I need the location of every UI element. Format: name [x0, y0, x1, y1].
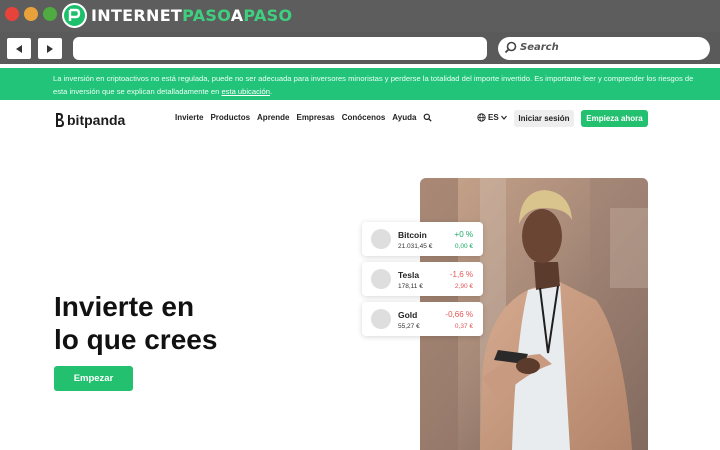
browser-search-input[interactable]: Search: [498, 37, 710, 60]
nav-item-conocenos[interactable]: Conócenos: [342, 113, 386, 122]
nav-item-ayuda[interactable]: Ayuda: [392, 113, 416, 122]
asset-avatar: [371, 269, 391, 289]
asset-card-gold[interactable]: Gold 55,27 € -0,66 % 0,37 €: [362, 302, 483, 336]
back-button[interactable]: [7, 38, 31, 59]
bitpanda-logo-icon: [56, 113, 64, 127]
nav-item-invierte[interactable]: Invierte: [175, 113, 203, 122]
globe-icon: [477, 113, 486, 122]
search-icon: [504, 41, 517, 54]
browser-brand-text: INTERNETPASOAPASO: [91, 6, 292, 25]
language-selector[interactable]: ES: [477, 113, 507, 122]
asset-name: Bitcoin: [398, 230, 427, 240]
minimize-window-button[interactable]: [24, 7, 38, 21]
asset-change: -1,6 %: [449, 270, 473, 279]
asset-change: -0,66 %: [445, 310, 473, 319]
asset-price: 21.031,45 €: [398, 243, 433, 250]
asset-avatar: [371, 309, 391, 329]
risk-warning-text: La inversión en criptoactivos no está re…: [53, 72, 708, 98]
asset-delta: 2,90 €: [454, 283, 473, 290]
asset-card-tesla[interactable]: Tesla 178,11 € -1,6 % 2,90 €: [362, 262, 483, 296]
back-arrow-icon: [16, 44, 22, 53]
asset-delta: 0,37 €: [454, 323, 473, 330]
bitpanda-logo-text: bitpanda: [67, 112, 126, 128]
chevron-down-icon: [500, 115, 507, 120]
search-icon[interactable]: [423, 113, 433, 122]
nav-item-productos[interactable]: Productos: [210, 113, 250, 122]
asset-card-bitcoin[interactable]: Bitcoin 21.031,45 € +0 % 0,00 €: [362, 222, 483, 256]
browser-toolbar: Search: [0, 32, 720, 64]
hero-start-button[interactable]: Empezar: [54, 366, 133, 391]
hero-title-line-2: lo que crees: [54, 324, 218, 355]
signup-button[interactable]: Empieza ahora: [581, 110, 648, 127]
internetpasoapaso-logo-icon: [62, 3, 87, 28]
maximize-window-button[interactable]: [43, 7, 57, 21]
asset-delta: 0,00 €: [454, 243, 473, 250]
forward-button[interactable]: [38, 38, 62, 59]
nav-item-aprende[interactable]: Aprende: [257, 113, 289, 122]
brand-prefix: INTERNET: [91, 6, 183, 25]
bitpanda-logo[interactable]: bitpanda: [54, 112, 125, 128]
asset-name: Tesla: [398, 270, 420, 280]
asset-price: 55,27 €: [398, 323, 420, 330]
asset-change: +0 %: [454, 230, 473, 239]
login-button[interactable]: Iniciar sesión: [514, 110, 574, 127]
brand-accent-1: PASO: [182, 6, 231, 25]
hero-title-line-1: Invierte en: [54, 291, 195, 322]
asset-name: Gold: [398, 310, 418, 320]
hero-title: Invierte en lo que crees: [54, 290, 217, 356]
risk-warning-body: La inversión en criptoactivos no está re…: [53, 74, 694, 96]
close-window-button[interactable]: [5, 7, 19, 21]
risk-warning-end: .: [270, 87, 273, 96]
language-code: ES: [488, 113, 499, 122]
browser-titlebar: INTERNETPASOAPASO: [0, 0, 720, 32]
risk-warning-banner: La inversión en criptoactivos no está re…: [0, 68, 720, 100]
url-bar[interactable]: [73, 37, 487, 60]
brand-mid: A: [230, 6, 244, 25]
search-placeholder: Search: [520, 42, 559, 53]
brand-accent-2: PASO: [243, 6, 293, 25]
forward-arrow-icon: [47, 44, 53, 53]
main-navigation: Invierte Productos Aprende Empresas Conó…: [175, 113, 433, 122]
asset-price: 178,11 €: [398, 283, 423, 290]
asset-avatar: [371, 229, 391, 249]
nav-item-empresas[interactable]: Empresas: [296, 113, 334, 122]
risk-details-link[interactable]: esta ubicación: [221, 87, 270, 96]
